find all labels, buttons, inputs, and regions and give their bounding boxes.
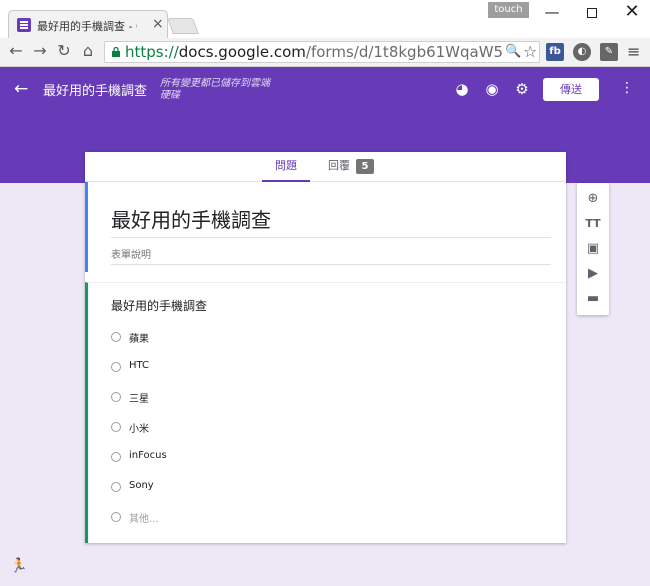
- option-item[interactable]: Sony: [111, 479, 411, 495]
- option-label[interactable]: 三星: [129, 390, 149, 405]
- accessibility-icon[interactable]: 🏃: [10, 558, 27, 574]
- radio-icon: [111, 392, 121, 402]
- form-card: 問題 回覆 5 最好用的手機調查 表單說明 最好用的手機調查 蘋果 HTC 三星…: [85, 152, 566, 543]
- home-button[interactable]: ⌂: [78, 41, 98, 61]
- add-video-icon[interactable]: ▶: [583, 264, 603, 284]
- radio-icon: [111, 422, 121, 432]
- address-bar[interactable]: https://docs.google.com/forms/d/1t8kgb61…: [104, 41, 540, 63]
- minimize-button[interactable]: —: [532, 0, 572, 26]
- option-item[interactable]: HTC: [111, 359, 411, 375]
- question-card[interactable]: 最好用的手機調查 蘋果 HTC 三星 小米 inFocus Sony 其他...: [85, 282, 566, 543]
- option-label[interactable]: 蘋果: [129, 330, 149, 345]
- radio-icon: [111, 332, 121, 342]
- facebook-extension-icon[interactable]: fb: [546, 43, 564, 61]
- option-label[interactable]: 小米: [129, 420, 149, 435]
- touch-label: touch: [488, 2, 529, 18]
- option-label[interactable]: Sony: [129, 480, 154, 491]
- question-title[interactable]: 最好用的手機調查: [111, 297, 207, 314]
- new-tab-button[interactable]: [167, 18, 199, 34]
- tab-close-icon[interactable]: ×: [152, 16, 164, 32]
- tab-responses[interactable]: 回覆: [321, 152, 357, 182]
- palette-icon[interactable]: ◕: [452, 79, 472, 99]
- radio-icon: [111, 362, 121, 372]
- maximize-icon: [587, 7, 597, 18]
- add-section-icon[interactable]: ▬: [583, 289, 603, 309]
- radio-icon: [111, 452, 121, 462]
- star-icon[interactable]: ☆: [523, 42, 537, 61]
- send-button[interactable]: 傳送: [543, 78, 599, 101]
- browser-tabstrip: 最好用的手機調查 - Goog × touch — ✕: [0, 0, 650, 38]
- compass-extension-icon[interactable]: ◐: [573, 43, 591, 61]
- reload-button[interactable]: ↻: [54, 41, 74, 61]
- side-toolbar: ⊕ TT ▣ ▶ ▬: [577, 183, 609, 315]
- form-title-input[interactable]: 最好用的手機調查: [111, 204, 551, 238]
- edit-extension-icon[interactable]: ✎: [600, 43, 618, 61]
- forms-favicon-icon: [17, 18, 31, 32]
- close-window-button[interactable]: ✕: [612, 0, 650, 26]
- option-other[interactable]: 其他...: [111, 509, 411, 525]
- header-form-title: 最好用的手機調查: [43, 84, 148, 99]
- tab-title: 最好用的手機調查 - Goog: [37, 20, 137, 33]
- option-item[interactable]: 小米: [111, 419, 411, 435]
- option-item[interactable]: 三星: [111, 389, 411, 405]
- radio-icon: [111, 482, 121, 492]
- browser-tab[interactable]: 最好用的手機調查 - Goog ×: [8, 10, 168, 38]
- responses-count-badge: 5: [356, 159, 374, 174]
- lock-icon: [112, 47, 120, 57]
- tab-questions[interactable]: 問題: [262, 152, 310, 182]
- settings-gear-icon[interactable]: ⚙: [512, 79, 532, 99]
- menu-icon[interactable]: ≡: [627, 42, 640, 61]
- add-image-icon[interactable]: ▣: [583, 239, 603, 259]
- forward-button[interactable]: →: [30, 41, 50, 61]
- option-item[interactable]: 蘋果: [111, 329, 411, 345]
- preview-eye-icon[interactable]: ◉: [482, 79, 502, 99]
- back-button[interactable]: ←: [6, 41, 26, 61]
- maximize-button[interactable]: [572, 0, 612, 26]
- zoom-icon[interactable]: 🔍: [505, 44, 521, 59]
- form-tabs: 問題 回覆 5: [85, 152, 566, 182]
- more-vert-icon[interactable]: ⋮: [620, 80, 634, 96]
- save-status: 所有變更都已儲存到雲端硬碟: [160, 78, 270, 101]
- option-item[interactable]: inFocus: [111, 449, 411, 465]
- option-label[interactable]: HTC: [129, 360, 149, 371]
- option-other-label[interactable]: 其他...: [129, 510, 159, 525]
- form-title-section: 最好用的手機調查 表單說明: [85, 182, 566, 272]
- back-arrow-icon[interactable]: ←: [14, 79, 28, 99]
- add-title-icon[interactable]: TT: [583, 214, 603, 234]
- add-question-icon[interactable]: ⊕: [583, 189, 603, 209]
- option-label[interactable]: inFocus: [129, 450, 167, 461]
- url-text: https://docs.google.com/forms/d/1t8kgb61…: [125, 43, 503, 61]
- form-description-input[interactable]: 表單說明: [111, 246, 551, 265]
- radio-icon: [111, 512, 121, 522]
